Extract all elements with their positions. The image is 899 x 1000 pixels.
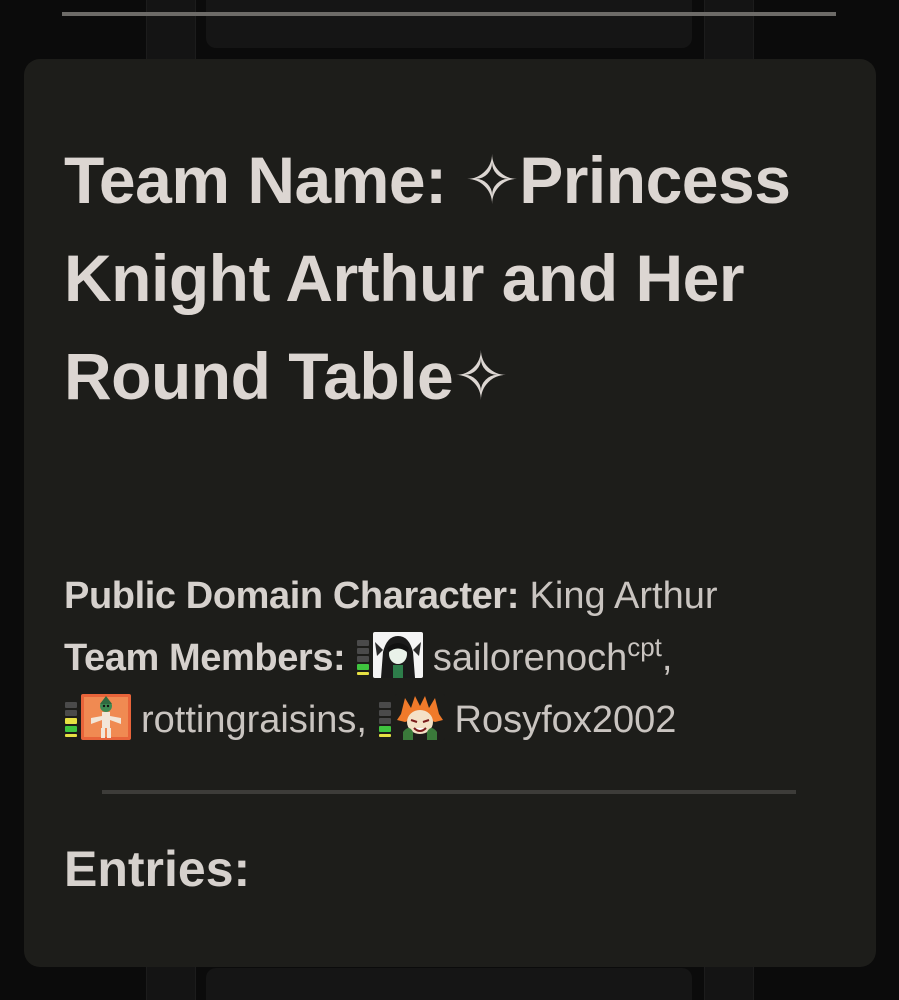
background-tab-bottom — [206, 968, 692, 1000]
top-divider — [62, 12, 836, 16]
status-bar-icon — [356, 639, 370, 675]
character-value: King Arthur — [529, 575, 718, 617]
member-name: rottingraisins — [141, 699, 357, 741]
team-card: Team Name: ✧Princess Knight Arthur and H… — [24, 59, 876, 967]
status-bar-icon — [64, 701, 78, 737]
page: Team Name: ✧Princess Knight Arthur and H… — [0, 0, 899, 1000]
members-label: Team Members: — [64, 637, 346, 679]
entries-heading: Entries: — [64, 841, 251, 897]
avatar[interactable] — [372, 632, 423, 678]
avatar[interactable] — [394, 694, 445, 740]
character-line: Public Domain Character: King Arthur — [64, 565, 844, 627]
team-name-heading: Team Name: ✧Princess Knight Arthur and H… — [64, 143, 791, 413]
background-tab-top — [206, 0, 692, 48]
member-rosyfox2002[interactable]: Rosyfox2002 — [378, 694, 677, 741]
members-line: Team Members: sailorenochcpt, rottingrai… — [64, 627, 844, 751]
member-rottingraisins[interactable]: rottingraisins, — [64, 694, 367, 741]
member-separator: , — [356, 699, 367, 741]
member-name: Rosyfox2002 — [454, 699, 677, 741]
member-sailorenoch[interactable]: sailorenochcpt, — [356, 632, 673, 679]
section-divider — [102, 790, 796, 794]
member-name: sailorenoch — [432, 637, 628, 679]
avatar[interactable] — [81, 694, 131, 740]
team-info: Public Domain Character: King Arthur Tea… — [64, 565, 844, 751]
character-label: Public Domain Character: — [64, 575, 519, 617]
member-suffix: cpt — [627, 632, 662, 662]
status-bar-icon — [378, 701, 392, 737]
member-separator: , — [661, 637, 673, 679]
